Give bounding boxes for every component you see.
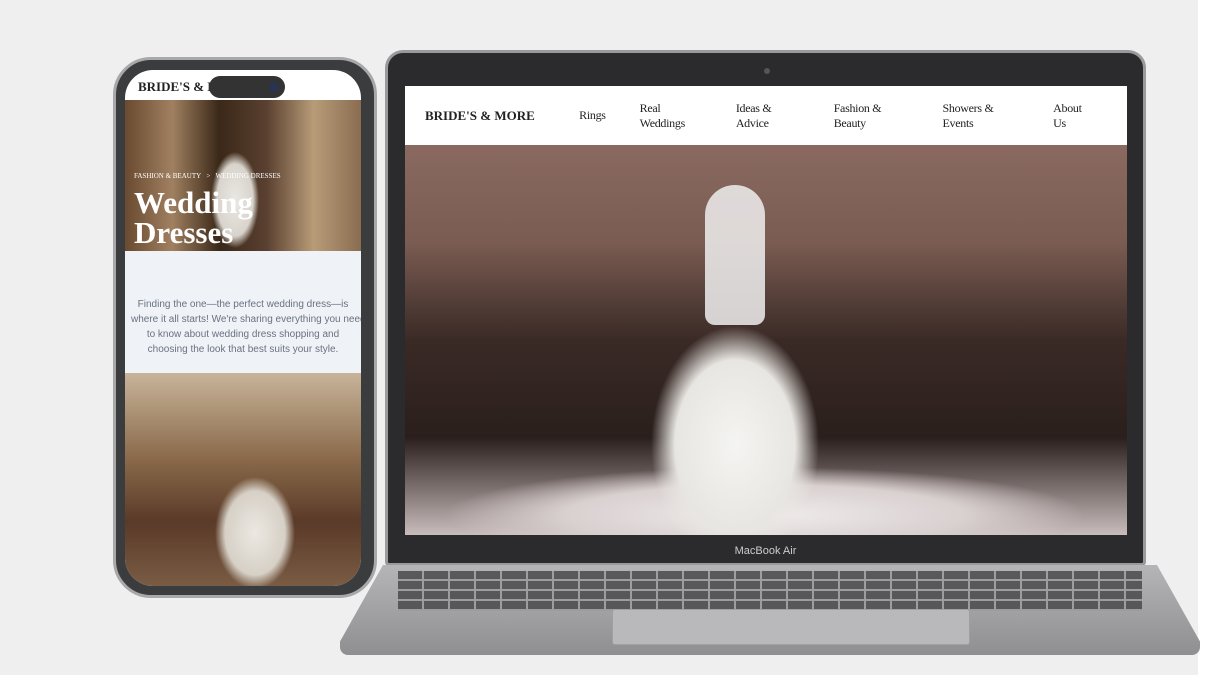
camera-icon	[269, 82, 279, 92]
background-strip	[1198, 0, 1217, 689]
keyboard	[398, 571, 1142, 611]
nav-real-weddings[interactable]: Real Weddings	[640, 101, 702, 131]
title-line: Wedding	[134, 185, 253, 220]
nav-showers-events[interactable]: Showers & Events	[943, 101, 1020, 131]
breadcrumb-wedding-dresses[interactable]: WEDDING DRESSES	[215, 172, 280, 180]
laptop-base	[340, 565, 1200, 655]
title-line: Dresses	[134, 215, 234, 250]
trackpad	[612, 609, 970, 645]
intro-line: choosing the look that best suits your s…	[147, 344, 339, 355]
breadcrumb-separator: >	[206, 172, 211, 180]
nav-about-us[interactable]: About Us	[1053, 101, 1093, 131]
intro-line: to know about wedding dress shopping and	[146, 329, 340, 340]
phone-screen: BRIDE'S & MORE FASHION & BEAUTY > WEDDIN…	[125, 70, 361, 586]
dress-image	[125, 373, 361, 586]
site-logo[interactable]: BRIDE'S & MORE	[425, 108, 579, 124]
laptop: BRIDE'S & MORE Rings Real Weddings Ideas…	[385, 50, 1146, 566]
nav-fashion-beauty[interactable]: Fashion & Beauty	[834, 101, 909, 131]
background-strip	[0, 675, 1217, 689]
breadcrumb-fashion-beauty[interactable]: FASHION & BEAUTY	[134, 172, 201, 180]
intro-text: Finding the one—the perfect wedding dres…	[125, 251, 361, 373]
couple-figure	[705, 185, 765, 325]
intro-line: where it all starts! We're sharing every…	[131, 314, 361, 325]
nav-ideas-advice[interactable]: Ideas & Advice	[736, 101, 800, 131]
hero-image: FASHION & BEAUTY > WEDDING DRESSES Weddi…	[125, 100, 361, 251]
page-title: Wedding Dresses	[134, 185, 253, 250]
camera-icon	[764, 68, 770, 74]
laptop-screen: BRIDE'S & MORE Rings Real Weddings Ideas…	[405, 86, 1127, 535]
device-label: MacBook Air	[734, 545, 797, 557]
intro-line: Finding the one—the perfect wedding dres…	[137, 299, 349, 310]
breadcrumb: FASHION & BEAUTY > WEDDING DRESSES	[134, 172, 281, 180]
hero-image	[405, 145, 1127, 535]
dynamic-island	[209, 76, 285, 98]
nav-rings[interactable]: Rings	[579, 108, 606, 123]
site-nav: BRIDE'S & MORE Rings Real Weddings Ideas…	[405, 86, 1127, 145]
phone: BRIDE'S & MORE FASHION & BEAUTY > WEDDIN…	[113, 57, 377, 598]
